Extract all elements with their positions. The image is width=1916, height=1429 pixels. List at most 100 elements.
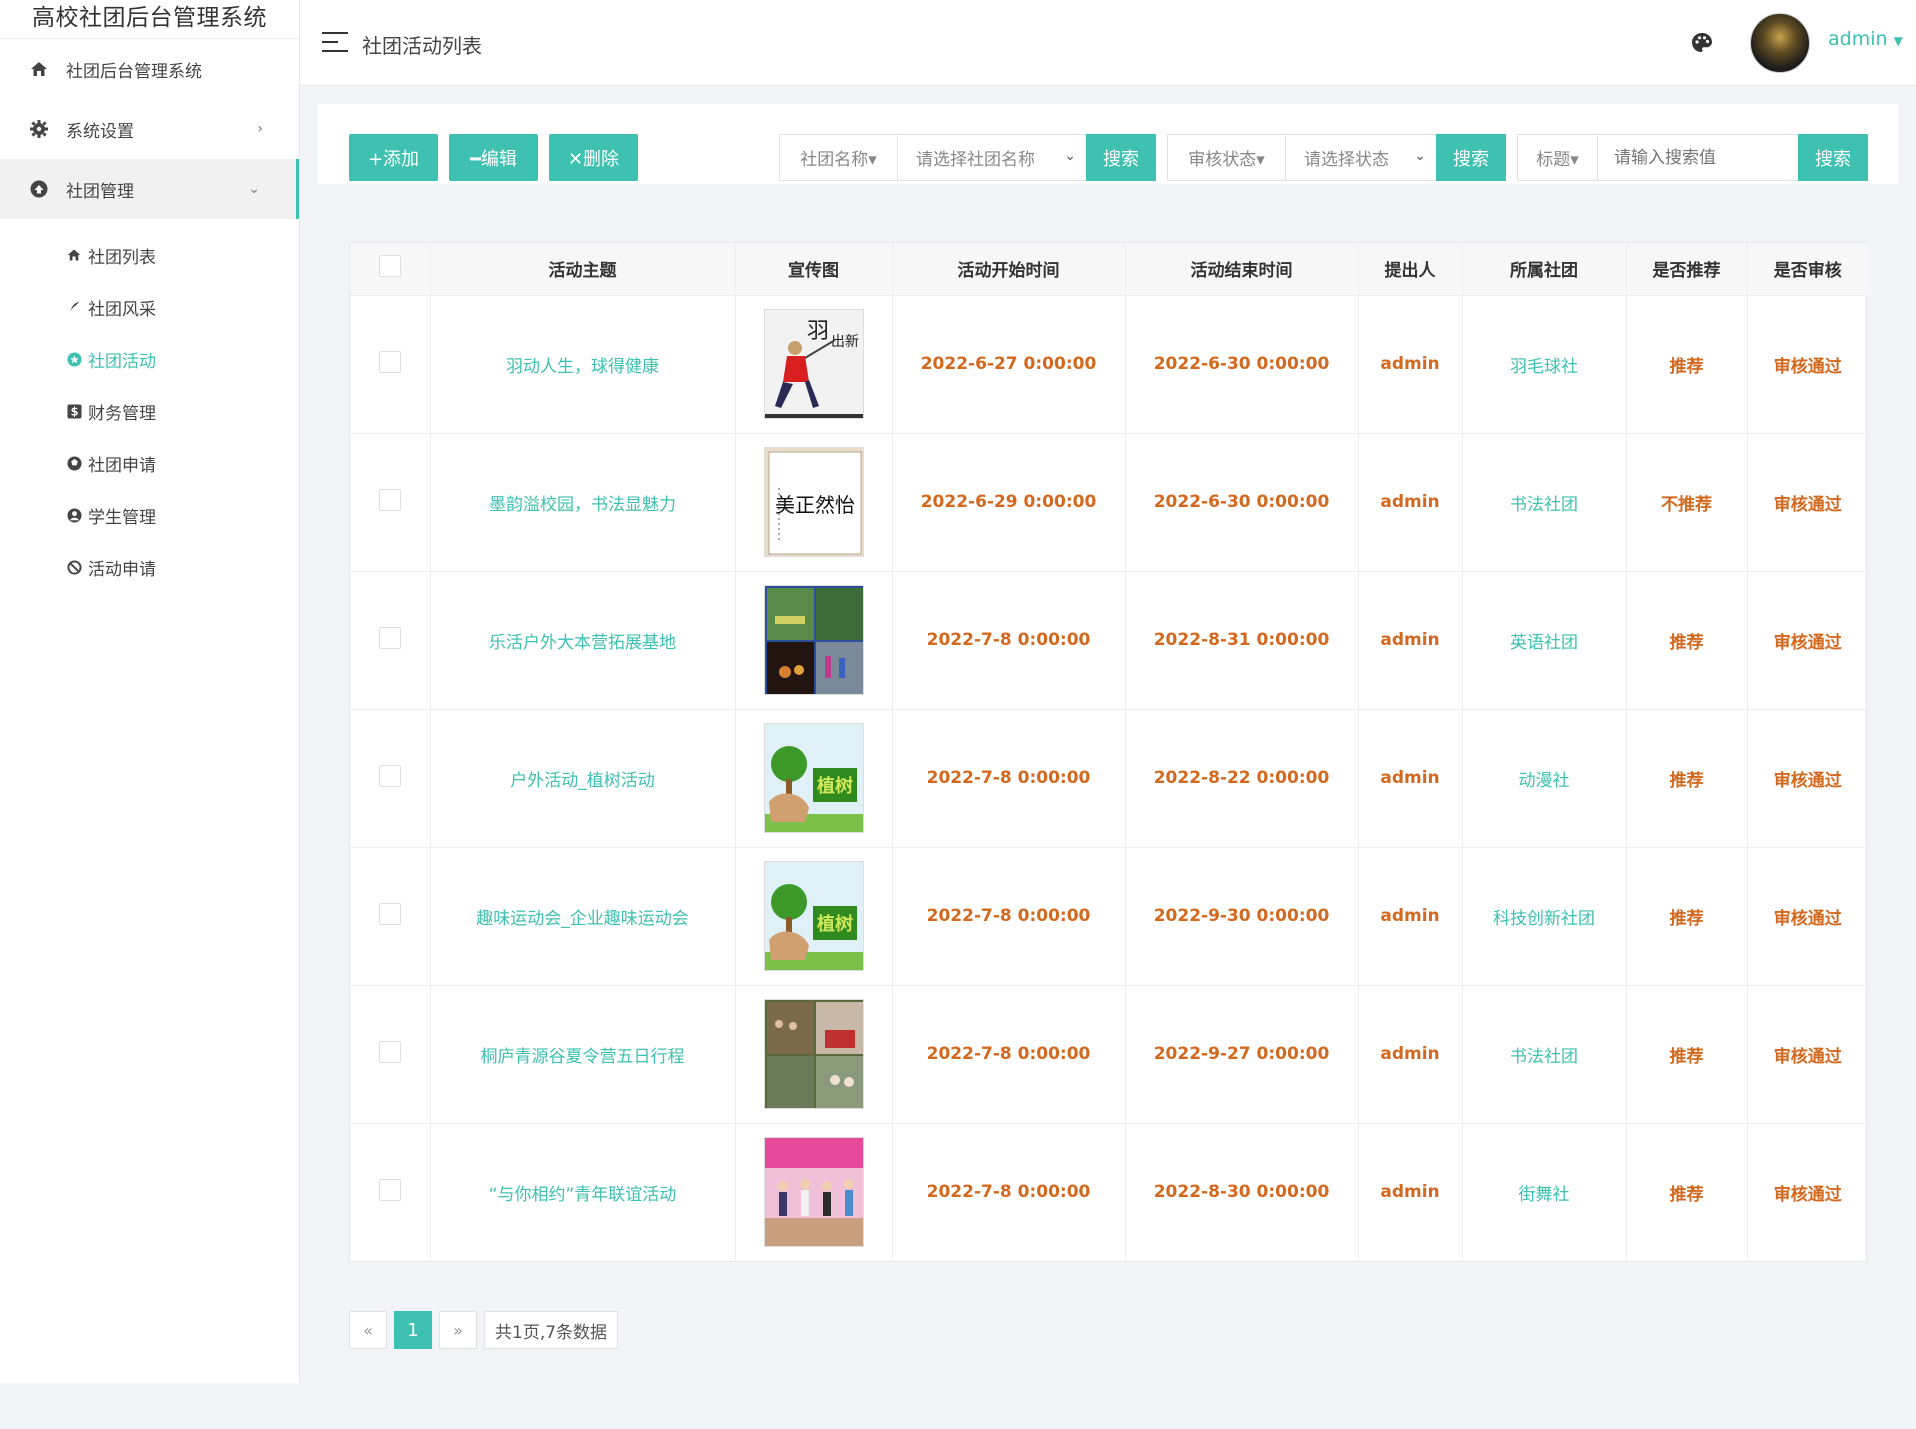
audit-status-select[interactable]: 请选择状态 ⌄ bbox=[1286, 135, 1436, 180]
row-checkbox[interactable] bbox=[378, 1178, 401, 1201]
page-title: 社团活动列表 bbox=[362, 34, 482, 58]
svg-text:美正然怡: 美正然怡 bbox=[775, 493, 855, 517]
start-time: 2022-7-8 0:00:00 bbox=[892, 985, 1126, 1124]
poster-image[interactable]: 植树 bbox=[763, 723, 864, 833]
sidebar-item-settings[interactable]: 系统设置 › bbox=[0, 99, 299, 159]
status-search-button[interactable]: 搜索 bbox=[1436, 134, 1506, 181]
poster-image[interactable]: 美正然怡 bbox=[763, 447, 864, 557]
pagination: « 1 » 共1页,7条数据 bbox=[349, 1311, 625, 1349]
prev-page-button[interactable]: « bbox=[349, 1311, 387, 1349]
chevron-down-icon: ⌄ bbox=[248, 181, 260, 197]
column-header: 活动结束时间 bbox=[1125, 243, 1359, 296]
user-menu[interactable]: admin ▼ bbox=[1828, 28, 1903, 50]
activity-theme[interactable]: 羽动人生，球得健康 bbox=[430, 295, 736, 434]
proposer: admin bbox=[1358, 571, 1463, 710]
activity-theme[interactable]: 趣味运动会_企业趣味运动会 bbox=[430, 847, 736, 986]
select-placeholder: 请选择社团名称 bbox=[916, 150, 1035, 170]
poster-image[interactable]: 植树 bbox=[763, 861, 864, 971]
sidebar-item-club-management[interactable]: 社团管理 ⌄ bbox=[0, 159, 299, 219]
edit-button[interactable]: ━编辑 bbox=[449, 134, 538, 181]
sidebar-item-label: 社团管理 bbox=[66, 181, 134, 202]
sidebar-item-club-activity[interactable]: 社团活动 bbox=[0, 333, 299, 385]
end-time: 2022-9-30 0:00:00 bbox=[1125, 847, 1359, 986]
proposer: admin bbox=[1358, 847, 1463, 986]
topbar: 社团活动列表 admin ▼ bbox=[300, 0, 1916, 86]
search-input[interactable] bbox=[1598, 135, 1798, 180]
add-button[interactable]: +添加 bbox=[349, 134, 438, 181]
poster-image[interactable]: 羽出新 bbox=[763, 309, 864, 419]
end-time: 2022-8-30 0:00:00 bbox=[1125, 1123, 1359, 1261]
chevron-right-icon: › bbox=[257, 121, 263, 137]
sidebar-item-students[interactable]: 学生管理 bbox=[0, 489, 299, 541]
title-dropdown[interactable]: 标题▾ bbox=[1518, 135, 1598, 180]
row-checkbox[interactable] bbox=[378, 626, 401, 649]
submenu-label: 财务管理 bbox=[88, 403, 156, 424]
submenu-label: 社团活动 bbox=[88, 351, 156, 372]
row-checkbox[interactable] bbox=[378, 1040, 401, 1063]
table-row[interactable]: “与你相约”青年联谊活动 2022-7-8 0:00:00 2022-8-30 … bbox=[350, 1123, 1868, 1261]
column-header: 活动开始时间 bbox=[892, 243, 1126, 296]
proposer: admin bbox=[1358, 709, 1463, 848]
recommend-status: 推荐 bbox=[1626, 847, 1748, 986]
row-checkbox[interactable] bbox=[378, 350, 401, 373]
column-header: 是否推荐 bbox=[1626, 243, 1748, 296]
club-name: 书法社团 bbox=[1462, 433, 1627, 572]
delete-button[interactable]: ✕删除 bbox=[549, 134, 638, 181]
row-checkbox[interactable] bbox=[378, 764, 401, 787]
end-time: 2022-6-30 0:00:00 bbox=[1125, 295, 1359, 434]
club-submenu: 社团列表 社团风采 社团活动 $ 财务管理 社团申请 学生管理 活动申请 bbox=[0, 219, 299, 593]
sidebar-item-home[interactable]: 社团后台管理系统 bbox=[0, 39, 299, 99]
row-checkbox[interactable] bbox=[378, 488, 401, 511]
club-name-select[interactable]: 请选择社团名称 ⌄ bbox=[898, 135, 1086, 180]
main-content: +添加 ━编辑 ✕删除 社团名称▾ 请选择社团名称 ⌄ 搜索 审核状态▾ 请选择… bbox=[318, 104, 1898, 1384]
sidebar-item-activity-apply[interactable]: 活动申请 bbox=[0, 541, 299, 593]
club-name: 科技创新社团 bbox=[1462, 847, 1627, 986]
poster-image[interactable] bbox=[763, 999, 864, 1109]
sidebar-item-club-style[interactable]: 社团风采 bbox=[0, 281, 299, 333]
table-row[interactable]: 羽动人生，球得健康 羽出新 2022-6-27 0:00:00 2022-6-3… bbox=[350, 295, 1868, 434]
user-name: admin bbox=[1828, 28, 1888, 50]
table-row[interactable]: 户外活动_植树活动 植树 2022-7-8 0:00:00 2022-8-22 … bbox=[350, 709, 1868, 848]
select-all-cell bbox=[350, 243, 431, 296]
palette-icon[interactable] bbox=[1690, 31, 1714, 55]
avatar[interactable] bbox=[1750, 13, 1810, 73]
audit-status: 审核通过 bbox=[1747, 571, 1868, 710]
svg-text:$: $ bbox=[70, 405, 78, 418]
activity-theme[interactable]: 乐活户外大本营拓展基地 bbox=[430, 571, 736, 710]
table-row[interactable]: 乐活户外大本营拓展基地 2022-7-8 0:00:00 2022-8-31 0… bbox=[350, 571, 1868, 710]
activity-theme[interactable]: “与你相约”青年联谊活动 bbox=[430, 1123, 736, 1261]
audit-status-dropdown[interactable]: 审核状态▾ bbox=[1168, 135, 1286, 180]
menu-toggle-icon[interactable] bbox=[322, 32, 348, 52]
svg-text:植树: 植树 bbox=[817, 913, 853, 935]
title-search-button[interactable]: 搜索 bbox=[1798, 134, 1868, 181]
row-checkbox[interactable] bbox=[378, 902, 401, 925]
club-name: 街舞社 bbox=[1462, 1123, 1627, 1261]
submenu-label: 学生管理 bbox=[88, 507, 156, 528]
table-row[interactable]: 墨韵溢校园，书法显魅力 美正然怡 2022-6-29 0:00:00 2022-… bbox=[350, 433, 1868, 572]
select-all-checkbox[interactable] bbox=[378, 255, 401, 278]
activity-theme[interactable]: 户外活动_植树活动 bbox=[430, 709, 736, 848]
proposer: admin bbox=[1358, 295, 1463, 434]
activity-theme[interactable]: 墨韵溢校园，书法显魅力 bbox=[430, 433, 736, 572]
sidebar-item-club-list[interactable]: 社团列表 bbox=[0, 229, 299, 281]
club-search-group: 社团名称▾ 请选择社团名称 ⌄ 搜索 bbox=[779, 134, 1156, 181]
sidebar-item-club-apply[interactable]: 社团申请 bbox=[0, 437, 299, 489]
dollar-icon: $ bbox=[66, 403, 82, 419]
table-row[interactable]: 趣味运动会_企业趣味运动会 植树 2022-7-8 0:00:00 2022-9… bbox=[350, 847, 1868, 986]
club-search-button[interactable]: 搜索 bbox=[1086, 134, 1156, 181]
start-time: 2022-7-8 0:00:00 bbox=[892, 571, 1126, 710]
recommend-status: 推荐 bbox=[1626, 709, 1748, 848]
table-row[interactable]: 桐庐青源谷夏令营五日行程 2022-7-8 0:00:00 2022-9-27 … bbox=[350, 985, 1868, 1124]
activity-theme[interactable]: 桐庐青源谷夏令营五日行程 bbox=[430, 985, 736, 1124]
audit-status: 审核通过 bbox=[1747, 709, 1868, 848]
club-name-dropdown[interactable]: 社团名称▾ bbox=[780, 135, 898, 180]
sidebar-item-finance[interactable]: $ 财务管理 bbox=[0, 385, 299, 437]
end-time: 2022-9-27 0:00:00 bbox=[1125, 985, 1359, 1124]
ban-icon bbox=[66, 559, 82, 575]
submenu-label: 社团列表 bbox=[88, 247, 156, 268]
page-1-button[interactable]: 1 bbox=[394, 1311, 432, 1349]
poster-image[interactable] bbox=[763, 585, 864, 695]
poster-image[interactable] bbox=[763, 1137, 864, 1248]
sidebar-item-label: 系统设置 bbox=[66, 121, 134, 142]
next-page-button[interactable]: » bbox=[439, 1311, 477, 1349]
